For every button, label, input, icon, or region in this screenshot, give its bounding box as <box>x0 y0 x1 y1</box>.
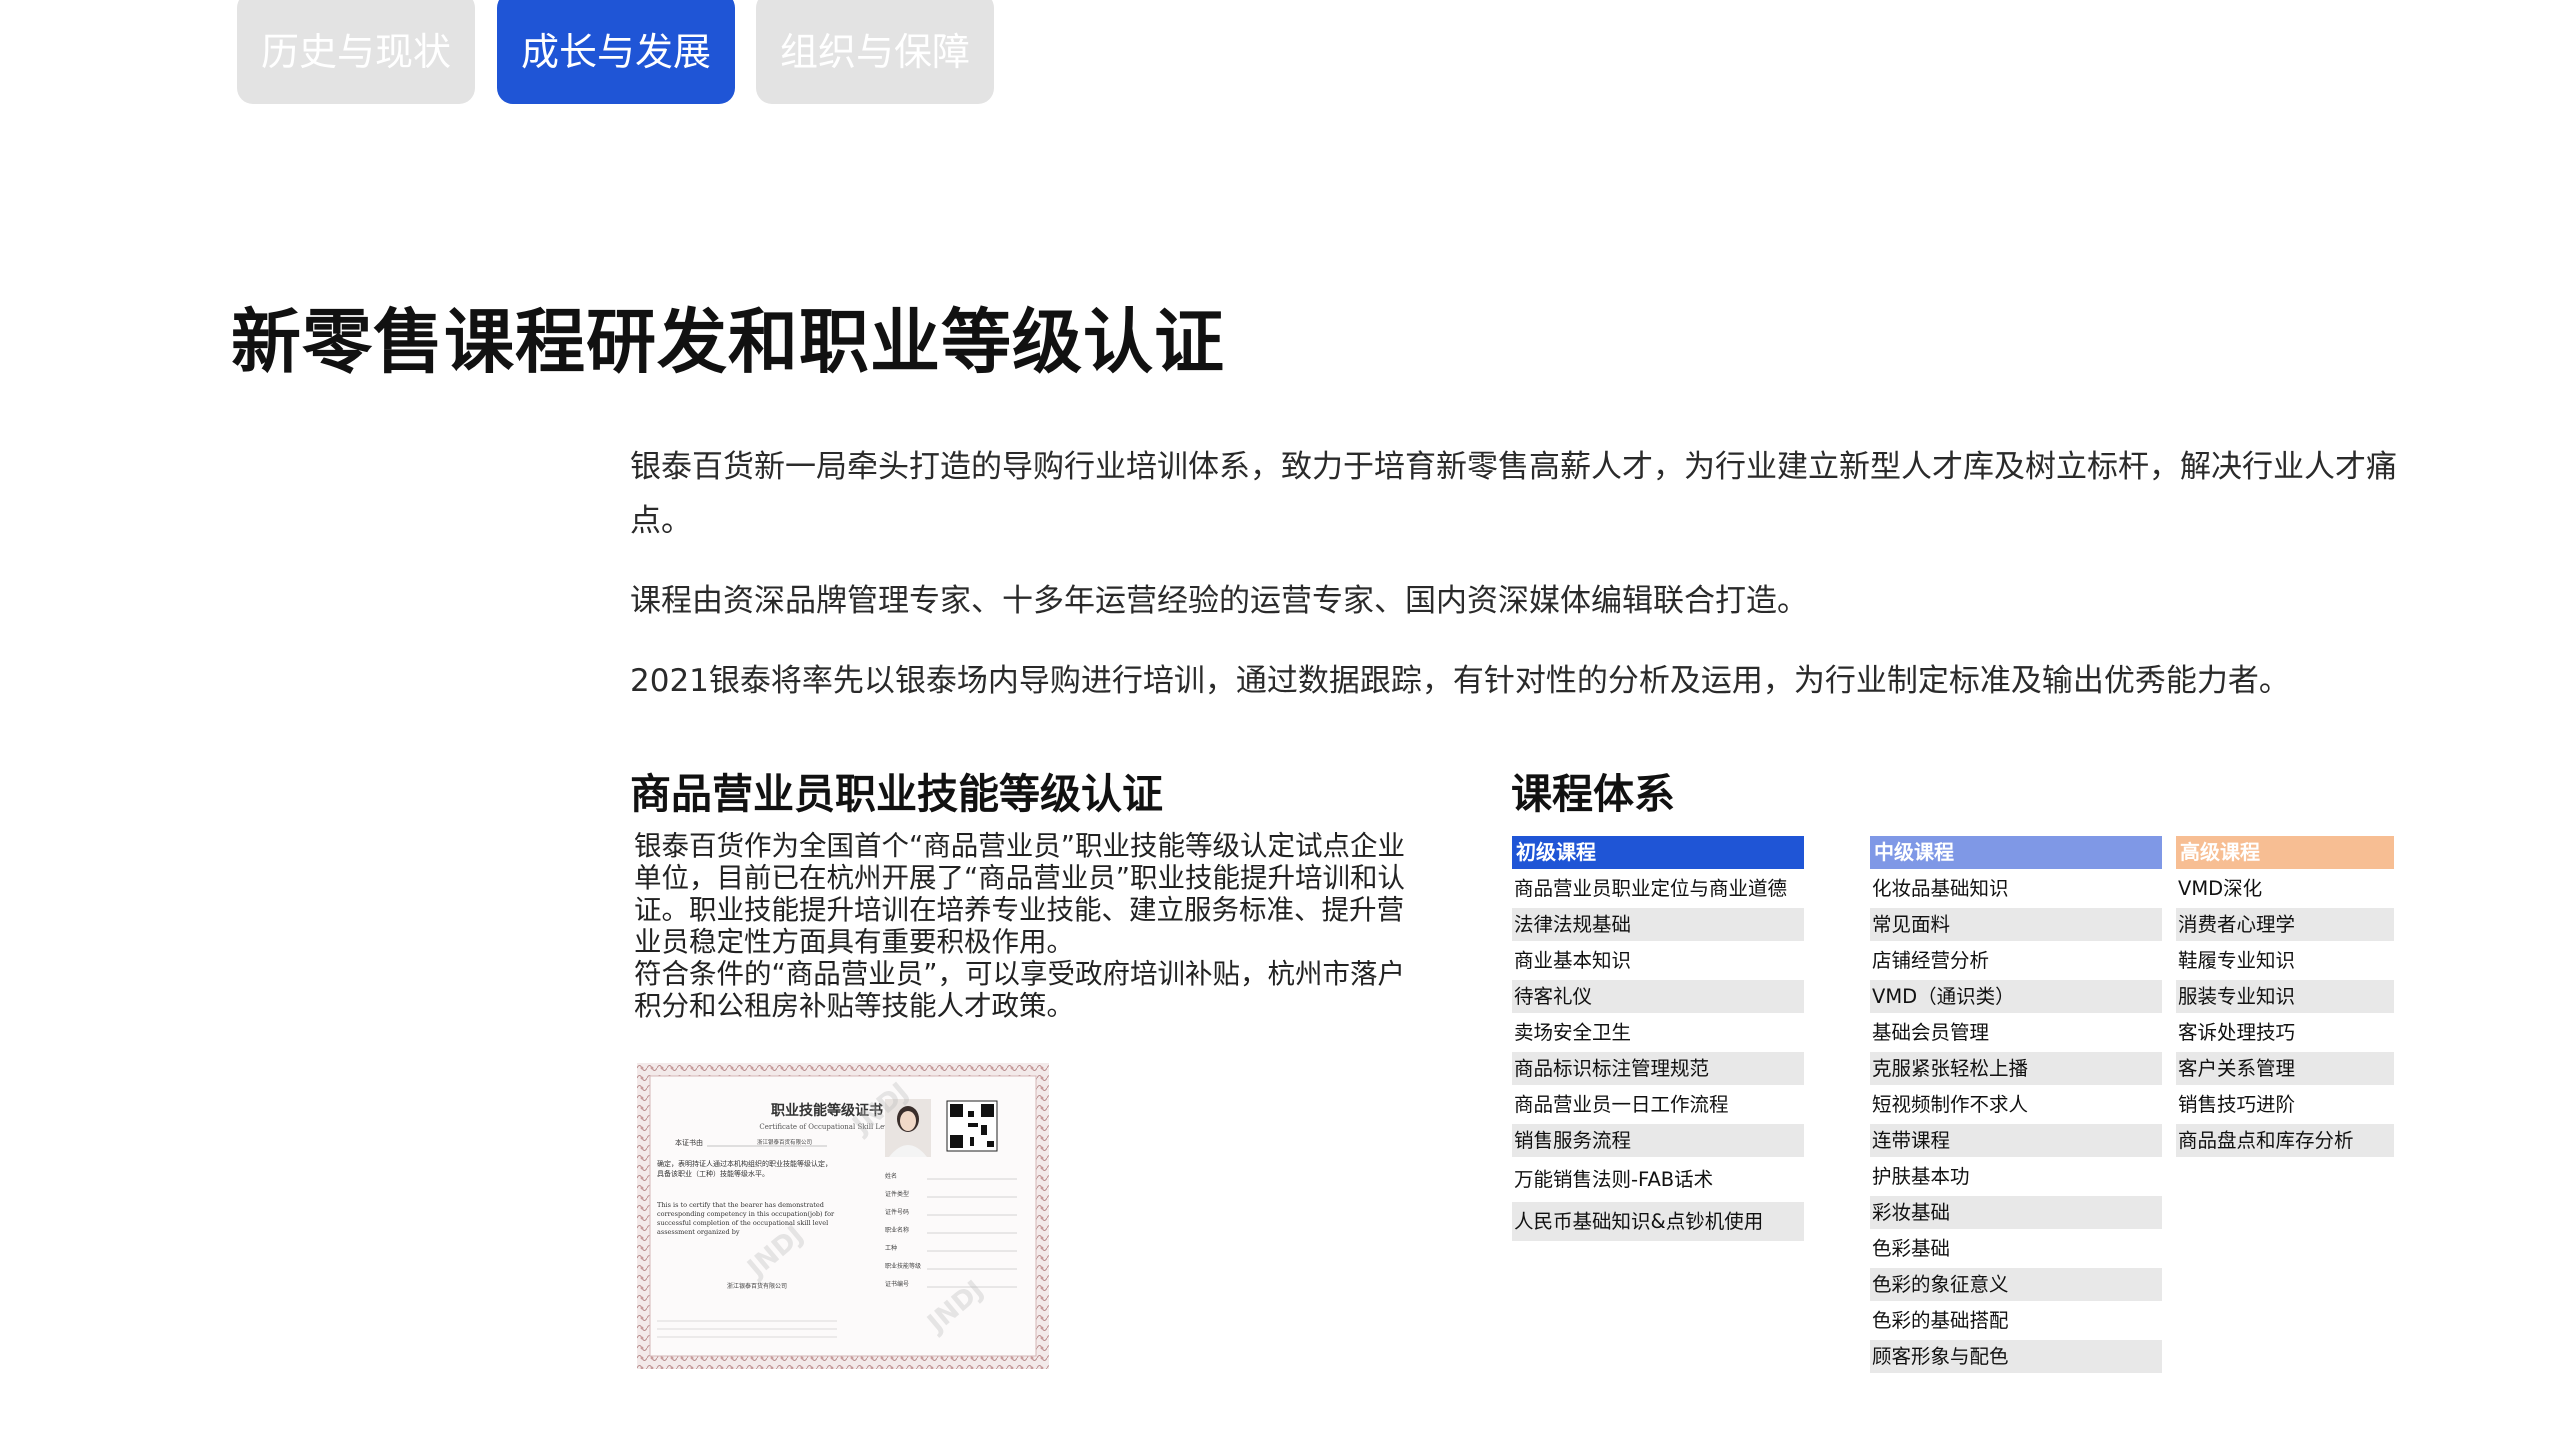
course-column-heading: 中级课程 <box>1870 836 2162 869</box>
cert-field-label: 职业技能等级 <box>885 1262 921 1270</box>
course-item: 消费者心理学 <box>2176 908 2394 941</box>
course-column-beginner: 初级课程 商品营业员职业定位与商业道德 法律法规基础 商业基本知识 待客礼仪 卖… <box>1512 836 1804 1244</box>
course-item: 商品标识标注管理规范 <box>1512 1052 1804 1085</box>
course-item: 商品盘点和库存分析 <box>2176 1124 2394 1157</box>
course-item: 店铺经营分析 <box>1872 949 1990 972</box>
course-item: 商品营业员职业定位与商业道德 <box>1514 877 1788 900</box>
cert-field-label: 职业名称 <box>885 1226 909 1234</box>
cert-body-cn: 确定，表明持证人通过本机构组织的职业技能等级认定，具备该职业（工种）技能等级水平… <box>657 1160 832 1178</box>
intro-paragraph: 课程由资深品牌管理专家、十多年运营经验的运营专家、国内资深媒体编辑联合打造。 <box>630 583 1808 619</box>
course-item: 商业基本知识 <box>1514 949 1632 972</box>
cert-field-label: 证件号码 <box>885 1208 909 1216</box>
course-item: 客户关系管理 <box>2176 1052 2394 1085</box>
cert-org-top: 浙江银泰百货有限公司 <box>757 1138 812 1146</box>
tab-growth[interactable]: 成长与发展 <box>497 0 735 104</box>
tab-history[interactable]: 历史与现状 <box>237 0 475 104</box>
cert-description: 银泰百货作为全国首个“商品营业员”职业技能等级认定试点企业单位，目前已在杭州开展… <box>634 830 1424 1022</box>
course-section-title: 课程体系 <box>1511 770 1675 818</box>
intro-paragraph: 银泰百货新一局牵头打造的导购行业培训体系，致力于培育新零售高薪人才，为行业建立新… <box>630 449 2397 539</box>
certificate-image: 职业技能等级证书 Certificate of Occupational Ski… <box>637 1063 1049 1369</box>
course-item: 护肤基本功 <box>1872 1165 1970 1188</box>
course-item: 连带课程 <box>1870 1124 2162 1157</box>
course-item: 商品营业员一日工作流程 <box>1514 1093 1729 1116</box>
course-item: 鞋履专业知识 <box>2178 949 2296 972</box>
course-item: 色彩基础 <box>1872 1237 1951 1260</box>
course-item: 色彩的基础搭配 <box>1872 1309 2009 1332</box>
course-item: 待客礼仪 <box>1512 980 1804 1013</box>
course-item: 基础会员管理 <box>1872 1021 1990 1044</box>
page-title: 新零售课程研发和职业等级认证 <box>231 301 1225 383</box>
course-item: 彩妆基础 <box>1870 1196 2162 1229</box>
course-item: 化妆品基础知识 <box>1872 877 2009 900</box>
cert-org-bottom: 浙江银泰百货有限公司 <box>727 1282 787 1290</box>
cert-section-title: 商品营业员职业技能等级认证 <box>630 770 1163 818</box>
cert-issuer-label: 本证书由 <box>675 1138 703 1147</box>
course-item: 人民币基础知识&点钞机使用 <box>1512 1202 1804 1241</box>
cert-field-label: 姓名 <box>885 1172 897 1180</box>
course-column-advanced: 高级课程 VMD深化 消费者心理学 鞋履专业知识 服装专业知识 客诉处理技巧 客… <box>2176 836 2394 1160</box>
course-item: 销售技巧进阶 <box>2178 1093 2296 1116</box>
course-item: 色彩的象征意义 <box>1870 1268 2162 1301</box>
course-column-intermediate: 中级课程 化妆品基础知识 常见面料 店铺经营分析 VMD（通识类） 基础会员管理… <box>1870 836 2162 1376</box>
course-item: 常见面料 <box>1870 908 2162 941</box>
intro-text: 银泰百货新一局牵头打造的导购行业培训体系，致力于培育新零售高薪人才，为行业建立新… <box>630 440 2420 734</box>
cert-field-label: 证件类型 <box>885 1190 909 1198</box>
course-item: 克服紧张轻松上播 <box>1870 1052 2162 1085</box>
course-item: VMD（通识类） <box>1870 980 2162 1013</box>
course-item: VMD深化 <box>2178 877 2263 900</box>
course-item: 服装专业知识 <box>2176 980 2394 1013</box>
cert-field-label: 证书编号 <box>885 1280 909 1288</box>
course-item: 卖场安全卫生 <box>1514 1021 1632 1044</box>
course-item: 客诉处理技巧 <box>2178 1021 2296 1044</box>
course-item: 顾客形象与配色 <box>1870 1340 2162 1373</box>
cert-body-en: This is to certify that the bearer has d… <box>657 1201 835 1236</box>
tab-organization[interactable]: 组织与保障 <box>756 0 994 104</box>
course-item: 万能销售法则-FAB话术 <box>1514 1168 1714 1191</box>
intro-paragraph: 2021银泰将率先以银泰场内导购进行培训，通过数据跟踪，有针对性的分析及运用，为… <box>630 663 2290 699</box>
course-item: 销售服务流程 <box>1512 1124 1804 1157</box>
course-column-heading: 高级课程 <box>2176 836 2394 869</box>
course-item: 短视频制作不求人 <box>1872 1093 2029 1116</box>
cert-field-label: 工种 <box>885 1244 897 1252</box>
cert-paragraph: 银泰百货作为全国首个“商品营业员”职业技能等级认定试点企业单位，目前已在杭州开展… <box>634 830 1405 958</box>
cert-paragraph: 符合条件的“商品营业员”，可以享受政府培训补贴，杭州市落户积分和公租房补贴等技能… <box>634 958 1405 1022</box>
course-column-heading: 初级课程 <box>1512 836 1804 869</box>
course-item: 法律法规基础 <box>1512 908 1804 941</box>
